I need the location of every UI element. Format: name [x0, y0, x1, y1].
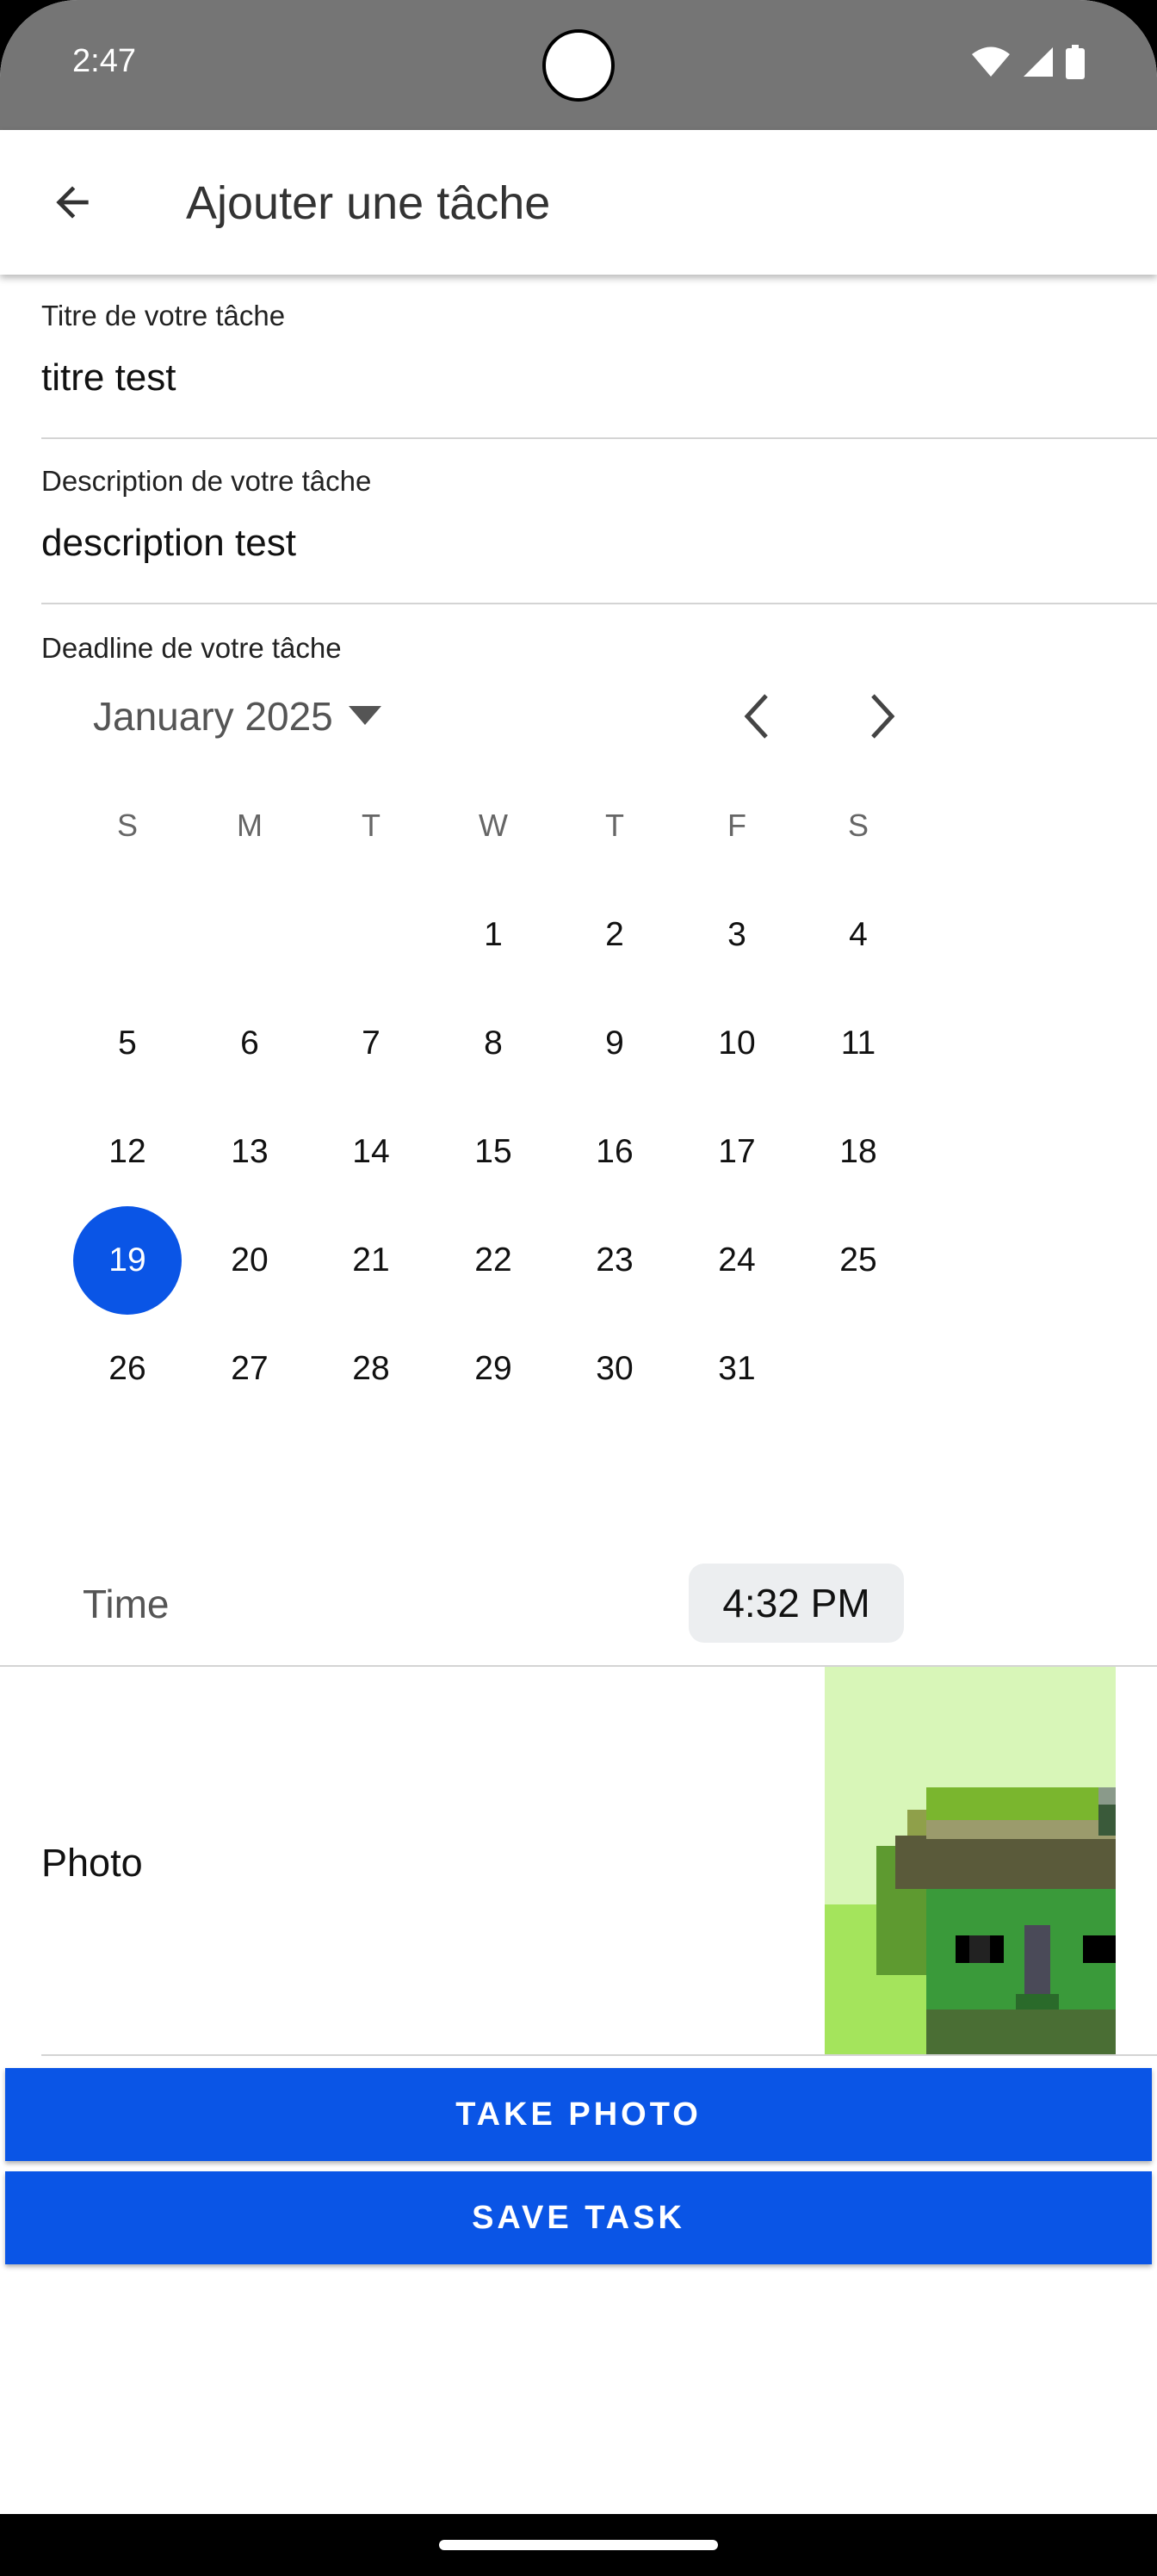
calendar-day[interactable]: 11 [804, 989, 913, 1098]
calendar-day[interactable]: 24 [683, 1206, 791, 1315]
chevron-right-icon [871, 694, 895, 739]
calendar-day[interactable]: 21 [317, 1206, 425, 1315]
calendar-day[interactable]: 8 [439, 989, 548, 1098]
calendar-day[interactable]: 18 [804, 1098, 913, 1206]
task-description-field[interactable]: Description de votre tâche description t… [41, 449, 1157, 604]
calendar-day[interactable]: 1 [439, 881, 548, 989]
calendar-day[interactable]: 2 [560, 881, 669, 989]
month-year-selector[interactable]: January 2025 [93, 689, 381, 744]
camera-cutout [542, 29, 615, 102]
battery-icon [1066, 45, 1085, 79]
task-description-label: Description de votre tâche [41, 465, 372, 497]
calendar-day[interactable]: 7 [317, 989, 425, 1098]
next-month-button[interactable] [845, 680, 918, 752]
take-photo-button[interactable]: TAKE PHOTO [5, 2068, 1152, 2161]
time-label: Time [83, 1582, 170, 1626]
calendar-day[interactable]: 13 [195, 1098, 304, 1206]
divider [41, 2054, 1157, 2056]
calendar-day[interactable]: 29 [439, 1315, 548, 1423]
task-title-input[interactable]: titre test [41, 356, 176, 399]
task-title-label: Titre de votre tâche [41, 300, 286, 331]
previous-month-button[interactable] [721, 680, 794, 752]
calendar-day[interactable]: 25 [804, 1206, 913, 1315]
weekday-header: T [362, 808, 381, 843]
calendar-day[interactable]: 26 [73, 1315, 182, 1423]
pixel-art-photo [825, 1667, 1116, 2054]
calendar-day[interactable]: 23 [560, 1206, 669, 1315]
task-title-field[interactable]: Titre de votre tâche titre test [41, 284, 1157, 439]
calendar-day[interactable]: 5 [73, 989, 182, 1098]
calendar-day[interactable]: 14 [317, 1098, 425, 1206]
save-task-button[interactable]: SAVE TASK [5, 2171, 1152, 2264]
calendar-day[interactable]: 20 [195, 1206, 304, 1315]
deadline-label: Deadline de votre tâche [41, 632, 342, 664]
calendar-day[interactable]: 12 [73, 1098, 182, 1206]
weekday-header: F [727, 808, 746, 843]
calendar-day[interactable]: 15 [439, 1098, 548, 1206]
calendar-day[interactable]: 30 [560, 1315, 669, 1423]
calendar-day[interactable]: 31 [683, 1315, 791, 1423]
home-indicator[interactable] [439, 2540, 718, 2550]
arrow-left-icon [56, 186, 89, 219]
month-year-label: January 2025 [93, 694, 333, 739]
calendar-day[interactable]: 10 [683, 989, 791, 1098]
calendar-day[interactable]: 3 [683, 881, 791, 989]
status-icons [971, 45, 1085, 79]
wifi-icon [972, 46, 1010, 77]
app-bar: Ajouter une tâche [0, 130, 1157, 275]
weekday-header: W [479, 808, 508, 843]
calendar-day[interactable]: 9 [560, 989, 669, 1098]
page-title: Ajouter une tâche [186, 177, 551, 229]
calendar-day[interactable]: 28 [317, 1315, 425, 1423]
weekday-header: T [605, 808, 624, 843]
time-picker-chip[interactable]: 4:32 PM [689, 1564, 904, 1643]
photo-thumbnail [825, 1667, 1116, 2054]
calendar-day[interactable]: 27 [195, 1315, 304, 1423]
photo-label: Photo [41, 1841, 143, 1885]
calendar-day[interactable]: 16 [560, 1098, 669, 1206]
weekday-header: S [847, 808, 869, 843]
calendar-day[interactable]: 22 [439, 1206, 548, 1315]
calendar-day[interactable]: 4 [804, 881, 913, 989]
task-description-input[interactable]: description test [41, 522, 296, 565]
status-time: 2:47 [72, 43, 136, 79]
calendar-day-selected[interactable]: 19 [73, 1206, 182, 1315]
weekday-header: M [237, 808, 263, 843]
calendar-day[interactable]: 17 [683, 1098, 791, 1206]
screen: 2:47 Ajouter une tâche Titre de votre tâ… [0, 0, 1157, 2576]
status-bar: 2:47 [0, 0, 1157, 130]
calendar-day[interactable]: 6 [195, 989, 304, 1098]
caret-down-icon [348, 706, 381, 725]
chevron-left-icon [744, 694, 768, 739]
signal-icon [1024, 47, 1053, 77]
back-button[interactable] [34, 164, 110, 240]
weekday-header: S [116, 808, 138, 843]
